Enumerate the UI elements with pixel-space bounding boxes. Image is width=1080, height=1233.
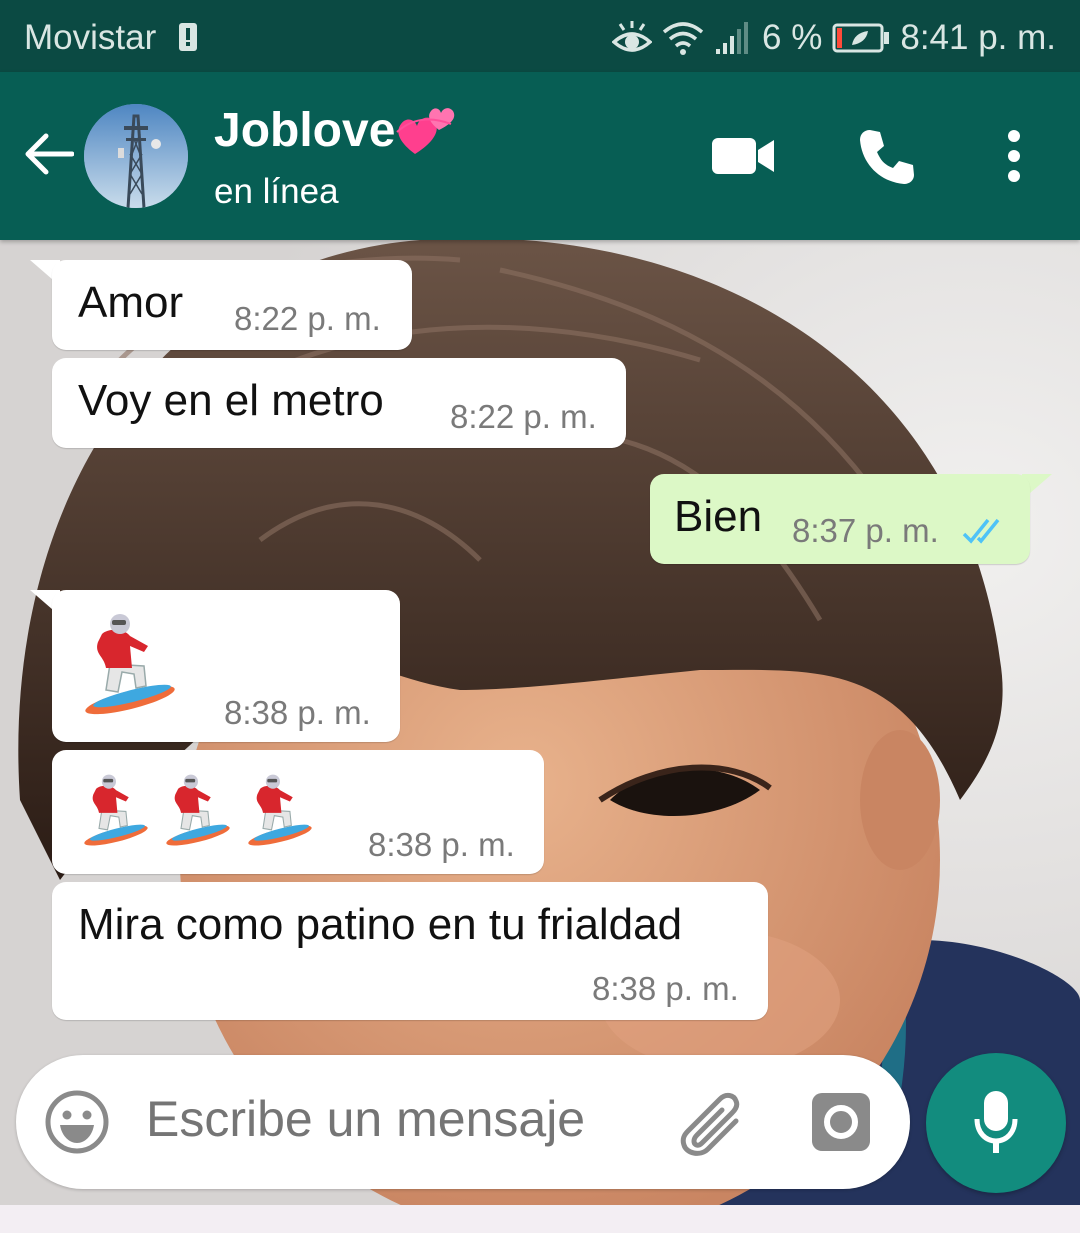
message-time: 8:22 p. m. (450, 398, 597, 435)
contact-name-text: Joblove (214, 103, 396, 157)
emoji-icon[interactable] (44, 1089, 110, 1155)
back-arrow-icon[interactable] (22, 132, 74, 176)
sim-icon (179, 23, 197, 51)
video-call-icon[interactable] (712, 136, 776, 176)
message-time: 8:22 p. m. (234, 300, 381, 337)
message-composer (16, 1055, 910, 1189)
snowboarder-emoji (166, 774, 230, 846)
wifi-icon (662, 22, 704, 55)
contact-name[interactable]: Joblove (214, 102, 457, 158)
mic-icon (974, 1091, 1018, 1153)
message-input[interactable] (146, 1090, 666, 1148)
read-double-check-icon (962, 518, 1000, 544)
phone-icon[interactable] (858, 128, 916, 186)
snowboarder-emoji (248, 774, 312, 846)
contact-avatar[interactable] (84, 104, 188, 208)
chat-header: Joblove en línea (0, 72, 1080, 240)
message-time: 8:38 p. m. (368, 826, 515, 863)
voice-record-button[interactable] (926, 1053, 1066, 1193)
snowboarder-emoji (84, 774, 148, 846)
message-time: 8:38 p. m. (224, 694, 371, 731)
status-bar: Movistar 6 % 8:41 p. m. (0, 0, 1080, 72)
message-text: Mira como patino en tu frialdad (78, 900, 683, 949)
battery-percent: 6 % (762, 18, 823, 57)
clock: 8:41 p. m. (900, 18, 1056, 57)
battery-icon (832, 23, 890, 53)
bottom-strip (0, 1205, 1080, 1233)
camera-icon[interactable] (810, 1091, 872, 1153)
two-hearts-emoji (396, 108, 455, 154)
message-time: 8:37 p. m. (792, 512, 939, 549)
message-time: 8:38 p. m. (592, 970, 739, 1007)
tower-picture (84, 104, 188, 208)
message-bubble-incoming[interactable]: 8:38 p. m. (52, 590, 400, 742)
message-text: Voy en el metro (78, 376, 384, 425)
message-bubble-outgoing[interactable]: Bien 8:37 p. m. (650, 474, 1030, 564)
message-text: Bien (674, 492, 763, 541)
eye-icon (612, 21, 653, 52)
message-text: Amor (78, 278, 184, 327)
more-options-icon[interactable] (1004, 130, 1024, 182)
contact-status: en línea (214, 172, 339, 211)
attach-icon[interactable] (676, 1091, 746, 1157)
message-bubble-incoming[interactable]: Mira como patino en tu frialdad 8:38 p. … (52, 882, 768, 1020)
snowboarder-emoji (85, 614, 175, 715)
signal-icon (716, 22, 749, 54)
message-bubble-incoming[interactable]: Amor 8:22 p. m. (52, 260, 412, 350)
message-bubble-incoming[interactable]: Voy en el metro 8:22 p. m. (52, 358, 626, 448)
carrier-label: Movistar (24, 18, 157, 57)
status-indicators: 6 % 8:41 p. m. (612, 18, 1056, 58)
message-bubble-incoming[interactable]: 8:38 p. m. (52, 750, 544, 874)
